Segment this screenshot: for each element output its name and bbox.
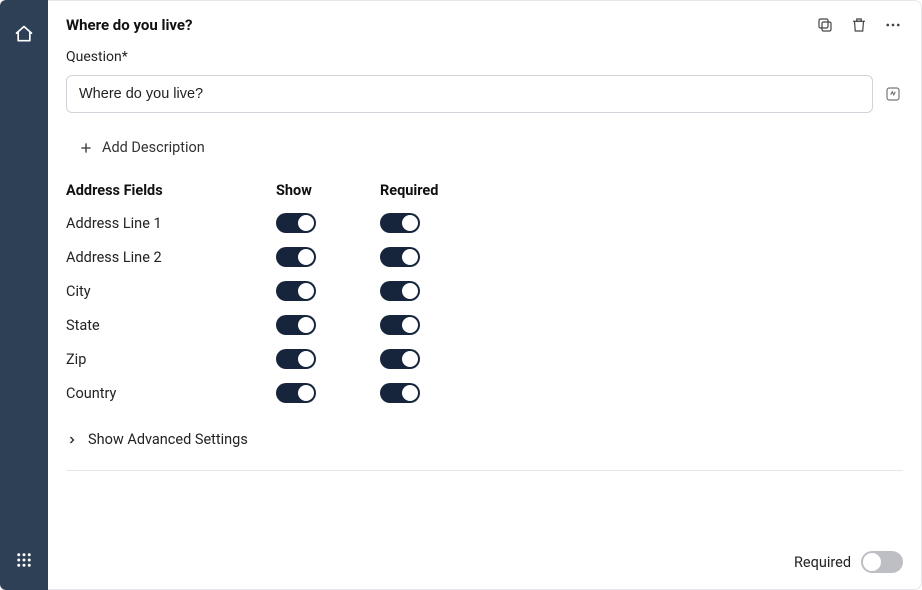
panel-header: Where do you live?	[48, 1, 921, 45]
ai-generate-icon[interactable]	[883, 84, 903, 104]
editor-panel: Where do you live? Question*	[48, 0, 922, 590]
panel-actions	[815, 15, 903, 35]
required-toggle[interactable]	[380, 281, 420, 301]
field-row-label: State	[66, 317, 276, 334]
duplicate-button[interactable]	[815, 15, 835, 35]
show-advanced-settings-label: Show Advanced Settings	[88, 431, 248, 448]
question-input[interactable]	[66, 75, 873, 113]
show-toggle[interactable]	[276, 349, 316, 369]
chevron-right-icon	[66, 434, 78, 446]
show-toggle[interactable]	[276, 213, 316, 233]
required-toggle[interactable]	[380, 213, 420, 233]
address-fields-table: Address Fields Show Required Address Lin…	[66, 182, 903, 403]
footer-required-label: Required	[794, 554, 851, 571]
show-toggle[interactable]	[276, 247, 316, 267]
show-advanced-settings-button[interactable]: Show Advanced Settings	[66, 427, 248, 452]
col-header-show: Show	[276, 182, 380, 199]
apps-grid-icon[interactable]	[14, 550, 34, 570]
question-label: Question*	[66, 49, 903, 65]
required-toggle[interactable]	[380, 315, 420, 335]
field-row-label: Address Line 1	[66, 215, 276, 232]
field-row-label: Country	[66, 385, 276, 402]
delete-button[interactable]	[849, 15, 869, 35]
field-row-label: Address Line 2	[66, 249, 276, 266]
sidebar	[0, 0, 48, 590]
field-row-label: Zip	[66, 351, 276, 368]
plus-icon	[78, 140, 94, 156]
footer-required-toggle[interactable]	[861, 551, 903, 573]
required-toggle[interactable]	[380, 247, 420, 267]
col-header-required: Required	[380, 182, 484, 199]
show-toggle[interactable]	[276, 281, 316, 301]
panel-body: Question* Add Description Address Fields…	[48, 45, 921, 539]
col-header-name: Address Fields	[66, 182, 276, 199]
more-options-button[interactable]	[883, 15, 903, 35]
panel-footer: Required	[48, 539, 921, 589]
required-toggle[interactable]	[380, 349, 420, 369]
home-icon[interactable]	[14, 24, 34, 44]
panel-title: Where do you live?	[66, 16, 193, 34]
field-row-label: City	[66, 283, 276, 300]
add-description-label: Add Description	[102, 139, 205, 156]
show-toggle[interactable]	[276, 383, 316, 403]
show-toggle[interactable]	[276, 315, 316, 335]
footer-divider	[66, 470, 903, 471]
required-toggle[interactable]	[380, 383, 420, 403]
add-description-button[interactable]: Add Description	[66, 135, 217, 160]
